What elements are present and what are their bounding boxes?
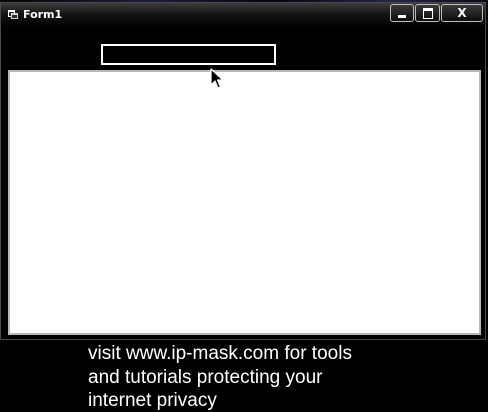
close-button[interactable]: X (441, 4, 483, 22)
form-app-icon[interactable] (8, 10, 18, 19)
form1-window: Form1 X (0, 2, 486, 340)
window-title: Form1 (23, 8, 63, 21)
list-box[interactable] (8, 70, 481, 335)
maximize-icon (422, 7, 433, 19)
screen: Form1 X visit www.ip-mask.com for tools … (0, 0, 488, 412)
minimize-icon (398, 14, 406, 18)
title-bar[interactable]: Form1 X (1, 3, 485, 27)
caption-line-1: visit www.ip-mask.com for tools (88, 343, 352, 364)
promo-caption: visit www.ip-mask.com for tools and tuto… (88, 342, 478, 412)
minimize-button[interactable] (390, 4, 414, 22)
text-input[interactable] (101, 44, 276, 65)
caption-line-2: and tutorials protecting your (88, 366, 323, 388)
caption-line-3: internet privacy (88, 390, 217, 411)
maximize-button[interactable] (415, 4, 440, 22)
mouse-pointer-icon (210, 68, 224, 89)
close-icon: X (457, 6, 467, 20)
